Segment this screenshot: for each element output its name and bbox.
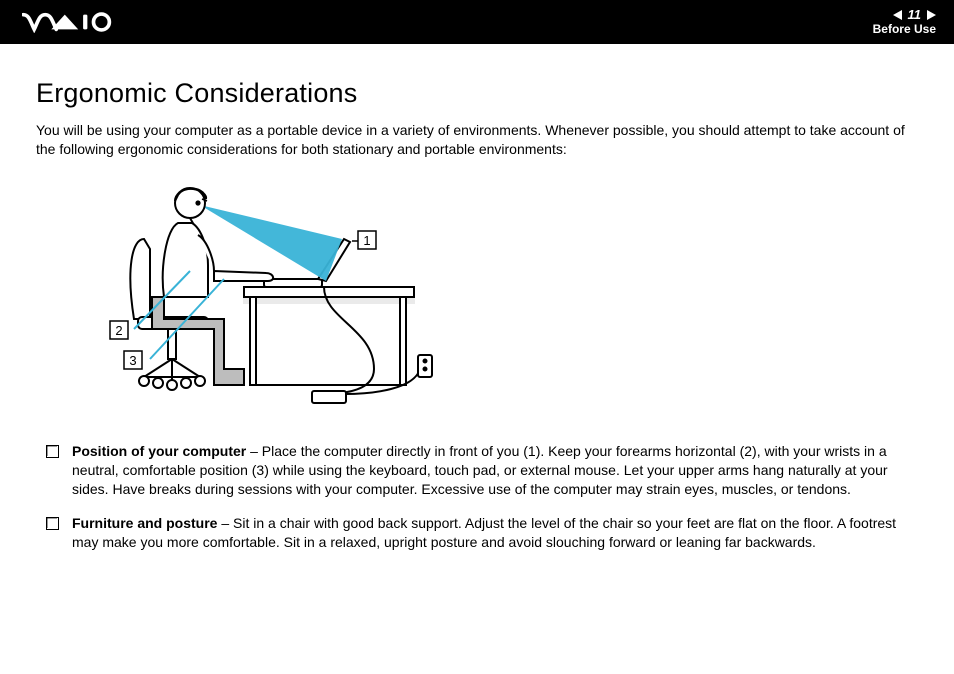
header-right: 11 Before Use: [873, 8, 936, 35]
svg-text:1: 1: [363, 233, 370, 248]
callout-1: 1: [352, 231, 376, 249]
callout-2: 2: [110, 321, 128, 339]
document-page: 11 Before Use Ergonomic Considerations Y…: [0, 0, 954, 674]
sight-cone-icon: [200, 205, 342, 281]
vaio-logo: [22, 11, 120, 33]
bullet-list: Position of your computer – Place the co…: [36, 442, 918, 553]
page-content: Ergonomic Considerations You will be usi…: [0, 44, 954, 566]
prev-page-arrow-icon[interactable]: [893, 10, 902, 20]
ergonomics-figure: 1 2 3: [74, 169, 918, 434]
ergonomics-illustration: 1 2 3: [74, 169, 434, 429]
intro-paragraph: You will be using your computer as a por…: [36, 121, 918, 159]
section-label: Before Use: [873, 23, 936, 36]
header-bar: 11 Before Use: [0, 0, 954, 44]
list-item: Position of your computer – Place the co…: [42, 442, 916, 500]
svg-text:3: 3: [129, 353, 136, 368]
page-nav: 11: [873, 8, 936, 22]
page-title: Ergonomic Considerations: [36, 78, 918, 109]
next-page-arrow-icon[interactable]: [927, 10, 936, 20]
callout-3: 3: [124, 351, 142, 369]
svg-text:2: 2: [115, 323, 122, 338]
vaio-logo-svg: [22, 11, 120, 33]
bullet-title: Position of your computer: [72, 443, 246, 459]
bullet-title: Furniture and posture: [72, 515, 217, 531]
page-number: 11: [908, 8, 922, 22]
list-item: Furniture and posture – Sit in a chair w…: [42, 514, 916, 553]
